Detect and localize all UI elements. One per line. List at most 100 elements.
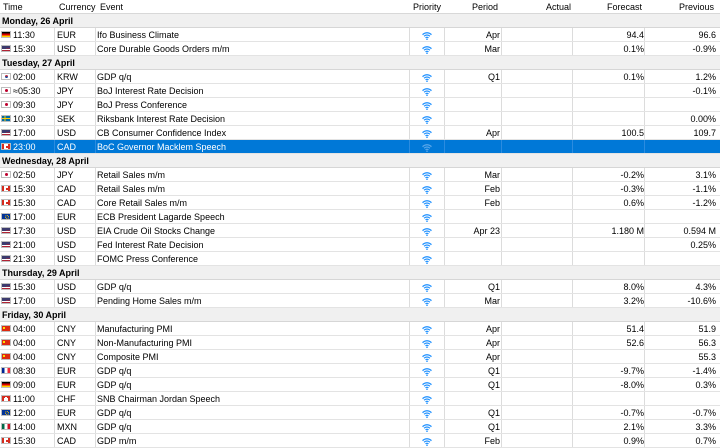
previous-cell: -0.9% xyxy=(692,44,716,54)
event-row[interactable]: 17:00 USD CB Consumer Confidence Index Apr 1… xyxy=(0,126,720,140)
priority-cell xyxy=(410,224,444,238)
column-header-row: Time Currency Event Priority Period Actu… xyxy=(0,0,720,14)
column-header-period[interactable]: Period xyxy=(444,0,498,14)
event-row[interactable]: 15:30 CAD Retail Sales m/m Feb -0.3% -1.1% xyxy=(0,182,720,196)
wifi-signal-icon xyxy=(422,44,432,54)
column-header-currency[interactable]: Currency xyxy=(58,0,97,14)
event-row[interactable]: 10:30 SEK Riksbank Interest Rate Decision 0… xyxy=(0,112,720,126)
actual-cell xyxy=(502,112,572,126)
previous-cell: 55.3 xyxy=(698,352,716,362)
event-row[interactable]: 04:00 CNY Manufacturing PMI Apr 51.4 51.9 xyxy=(0,322,720,336)
column-divider xyxy=(95,224,96,237)
event-row[interactable]: 12:00 EUR GDP q/q Q1 -0.7% -0.7% xyxy=(0,406,720,420)
currency-cell: EUR xyxy=(57,408,77,418)
event-name-cell: Pending Home Sales m/m xyxy=(97,296,202,306)
priority-cell xyxy=(410,280,444,294)
forecast-cell: 100.5 xyxy=(621,128,644,138)
event-row[interactable]: 02:50 JPY Retail Sales m/m Mar -0.2% 3.1% xyxy=(0,168,720,182)
wifi-signal-icon xyxy=(422,338,432,348)
column-divider xyxy=(54,168,55,181)
wifi-signal-icon xyxy=(422,142,432,152)
column-divider xyxy=(54,364,55,377)
event-row[interactable]: 11:30 EUR Ifo Business Climate Apr 94.4 96.6 xyxy=(0,28,720,42)
priority-cell xyxy=(410,28,444,42)
priority-cell xyxy=(410,364,444,378)
time-cell: 15:30 xyxy=(0,42,52,56)
period-cell xyxy=(445,84,500,98)
actual-cell xyxy=(502,42,572,56)
event-row[interactable]: 02:00 KRW GDP q/q Q1 0.1% 1.2% xyxy=(0,70,720,84)
cn-flag-icon xyxy=(1,353,11,360)
event-row[interactable]: 21:00 USD Fed Interest Rate Decision 0.25% xyxy=(0,238,720,252)
previous-cell: -0.7% xyxy=(692,408,716,418)
currency-cell: KRW xyxy=(57,72,78,82)
previous-cell xyxy=(645,98,716,112)
column-divider xyxy=(95,84,96,97)
event-row[interactable]: 23:00 CAD BoC Governor Macklem Speech xyxy=(0,140,720,154)
actual-cell xyxy=(502,210,572,224)
forecast-cell: 3.2% xyxy=(623,296,644,306)
event-row[interactable]: 04:00 CNY Composite PMI Apr 55.3 xyxy=(0,350,720,364)
event-time: 21:00 xyxy=(13,240,36,250)
wifi-signal-icon xyxy=(422,86,432,96)
event-row[interactable]: 17:00 USD Pending Home Sales m/m Mar 3.2% -10… xyxy=(0,294,720,308)
column-header-time[interactable]: Time xyxy=(3,0,55,14)
period-cell: Apr xyxy=(485,30,500,40)
event-time: 21:30 xyxy=(13,254,36,264)
column-divider xyxy=(54,140,55,153)
priority-cell xyxy=(410,392,444,406)
wifi-signal-icon xyxy=(422,352,432,362)
event-row[interactable]: 15:30 USD GDP q/q Q1 8.0% 4.3% xyxy=(0,280,720,294)
priority-cell xyxy=(410,126,444,140)
column-header-event[interactable]: Event xyxy=(100,0,408,14)
column-header-priority[interactable]: Priority xyxy=(410,0,444,14)
forecast-cell: 0.1% xyxy=(623,72,644,82)
column-divider xyxy=(95,70,96,83)
forecast-cell xyxy=(573,112,644,126)
currency-cell: CNY xyxy=(57,352,77,362)
period-cell: Q1 xyxy=(487,366,500,376)
forecast-cell: 2.1% xyxy=(623,422,644,432)
column-header-actual[interactable]: Actual xyxy=(502,0,571,14)
column-header-previous[interactable]: Previous xyxy=(645,0,714,14)
event-row[interactable]: 04:00 CNY Non-Manufacturing PMI Apr 52.6 56.3 xyxy=(0,336,720,350)
event-row[interactable]: 17:00 EUR ECB President Lagarde Speech xyxy=(0,210,720,224)
column-divider xyxy=(54,420,55,433)
wifi-signal-icon xyxy=(422,324,432,334)
event-time: 15:30 xyxy=(13,282,36,292)
event-row[interactable]: 21:30 USD FOMC Press Conference xyxy=(0,252,720,266)
event-row[interactable]: 11:00 CHF SNB Chairman Jordan Speech xyxy=(0,392,720,406)
priority-cell xyxy=(410,98,444,112)
event-name-cell: FOMC Press Conference xyxy=(97,254,199,264)
jp-flag-icon xyxy=(1,171,11,178)
event-time: 09:00 xyxy=(13,380,36,390)
forecast-cell xyxy=(573,140,644,154)
event-row[interactable]: 15:30 CAD Core Retail Sales m/m Feb 0.6% -1.2… xyxy=(0,196,720,210)
cn-flag-icon xyxy=(1,325,11,332)
event-row[interactable]: 08:30 EUR GDP q/q Q1 -9.7% -1.4% xyxy=(0,364,720,378)
event-row[interactable]: 17:30 USD EIA Crude Oil Stocks Change Apr 2… xyxy=(0,224,720,238)
event-name-cell: Manufacturing PMI xyxy=(97,324,173,334)
priority-cell xyxy=(410,168,444,182)
event-row[interactable]: 09:00 EUR GDP q/q Q1 -8.0% 0.3% xyxy=(0,378,720,392)
currency-cell: SEK xyxy=(57,114,76,124)
column-divider xyxy=(54,182,55,195)
previous-cell: -1.4% xyxy=(692,366,716,376)
currency-cell: CAD xyxy=(57,142,77,152)
event-row[interactable]: 14:00 MXN GDP q/q Q1 2.1% 3.3% xyxy=(0,420,720,434)
event-row[interactable]: 09:30 JPY BoJ Press Conference xyxy=(0,98,720,112)
event-row[interactable]: 15:30 USD Core Durable Goods Orders m/m Mar… xyxy=(0,42,720,56)
de-flag-icon xyxy=(1,381,11,388)
event-name-cell: ECB President Lagarde Speech xyxy=(97,212,225,222)
currency-cell: USD xyxy=(57,296,77,306)
currency-cell: USD xyxy=(57,44,77,54)
column-divider xyxy=(95,350,96,363)
priority-cell xyxy=(410,406,444,420)
column-divider xyxy=(95,238,96,251)
actual-cell xyxy=(502,280,572,294)
event-row[interactable]: ≈05:30 JPY BoJ Interest Rate Decision -0.1% xyxy=(0,84,720,98)
jp-flag-icon xyxy=(1,101,11,108)
column-header-forecast[interactable]: Forecast xyxy=(573,0,642,14)
time-cell: 11:00 xyxy=(0,392,52,406)
period-cell xyxy=(445,140,500,154)
